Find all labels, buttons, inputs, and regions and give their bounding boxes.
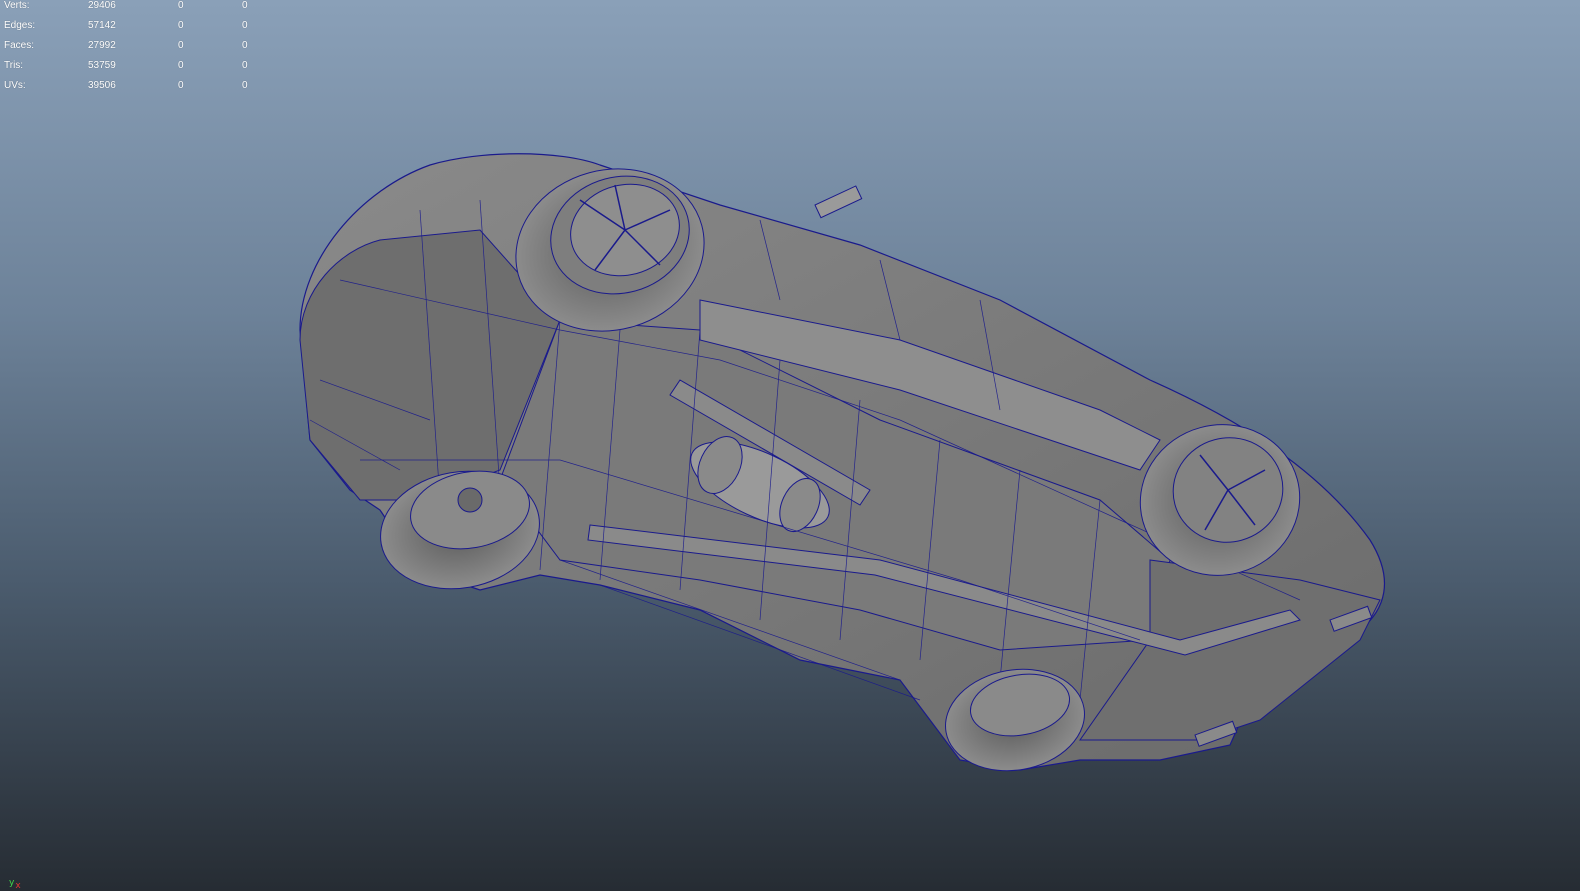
hud-total: 29406 — [88, 0, 116, 11]
hud-total: 39506 — [88, 80, 116, 91]
hud-label: Edges: — [4, 20, 36, 31]
hud-row-edges: Edges: 57142 0 0 — [4, 20, 264, 40]
hud-component: 0 — [242, 60, 248, 71]
perspective-viewport[interactable]: Verts: 29406 0 0 Edges: 57142 0 0 Faces:… — [0, 0, 1580, 891]
hud-row-tris: Tris: 53759 0 0 — [4, 60, 264, 80]
hud-label: Faces: — [4, 40, 35, 51]
hud-component: 0 — [242, 80, 248, 91]
axis-y-label: y — [9, 878, 15, 888]
side-mirror — [814, 185, 863, 219]
hud-selected: 0 — [178, 20, 184, 31]
hud-total: 27992 — [88, 40, 116, 51]
axis-x-label: x — [15, 881, 21, 891]
hud-component: 0 — [242, 20, 248, 31]
hud-selected: 0 — [178, 0, 184, 11]
hud-row-uvs: UVs: 39506 0 0 — [4, 80, 264, 100]
hud-label: UVs: — [4, 80, 26, 91]
poly-count-hud: Verts: 29406 0 0 Edges: 57142 0 0 Faces:… — [4, 0, 264, 100]
car-model-wireframe[interactable] — [0, 0, 1580, 891]
hud-row-faces: Faces: 27992 0 0 — [4, 40, 264, 60]
hud-total: 53759 — [88, 60, 116, 71]
hud-label: Tris: — [4, 60, 24, 71]
hud-selected: 0 — [178, 80, 184, 91]
hud-selected: 0 — [178, 40, 184, 51]
hud-label: Verts: — [4, 0, 30, 11]
hud-row-verts: Verts: 29406 0 0 — [4, 0, 264, 20]
hud-selected: 0 — [178, 60, 184, 71]
hud-total: 57142 — [88, 20, 116, 31]
axis-gizmo-icon: yx — [9, 878, 21, 891]
hud-component: 0 — [242, 0, 248, 11]
hud-component: 0 — [242, 40, 248, 51]
